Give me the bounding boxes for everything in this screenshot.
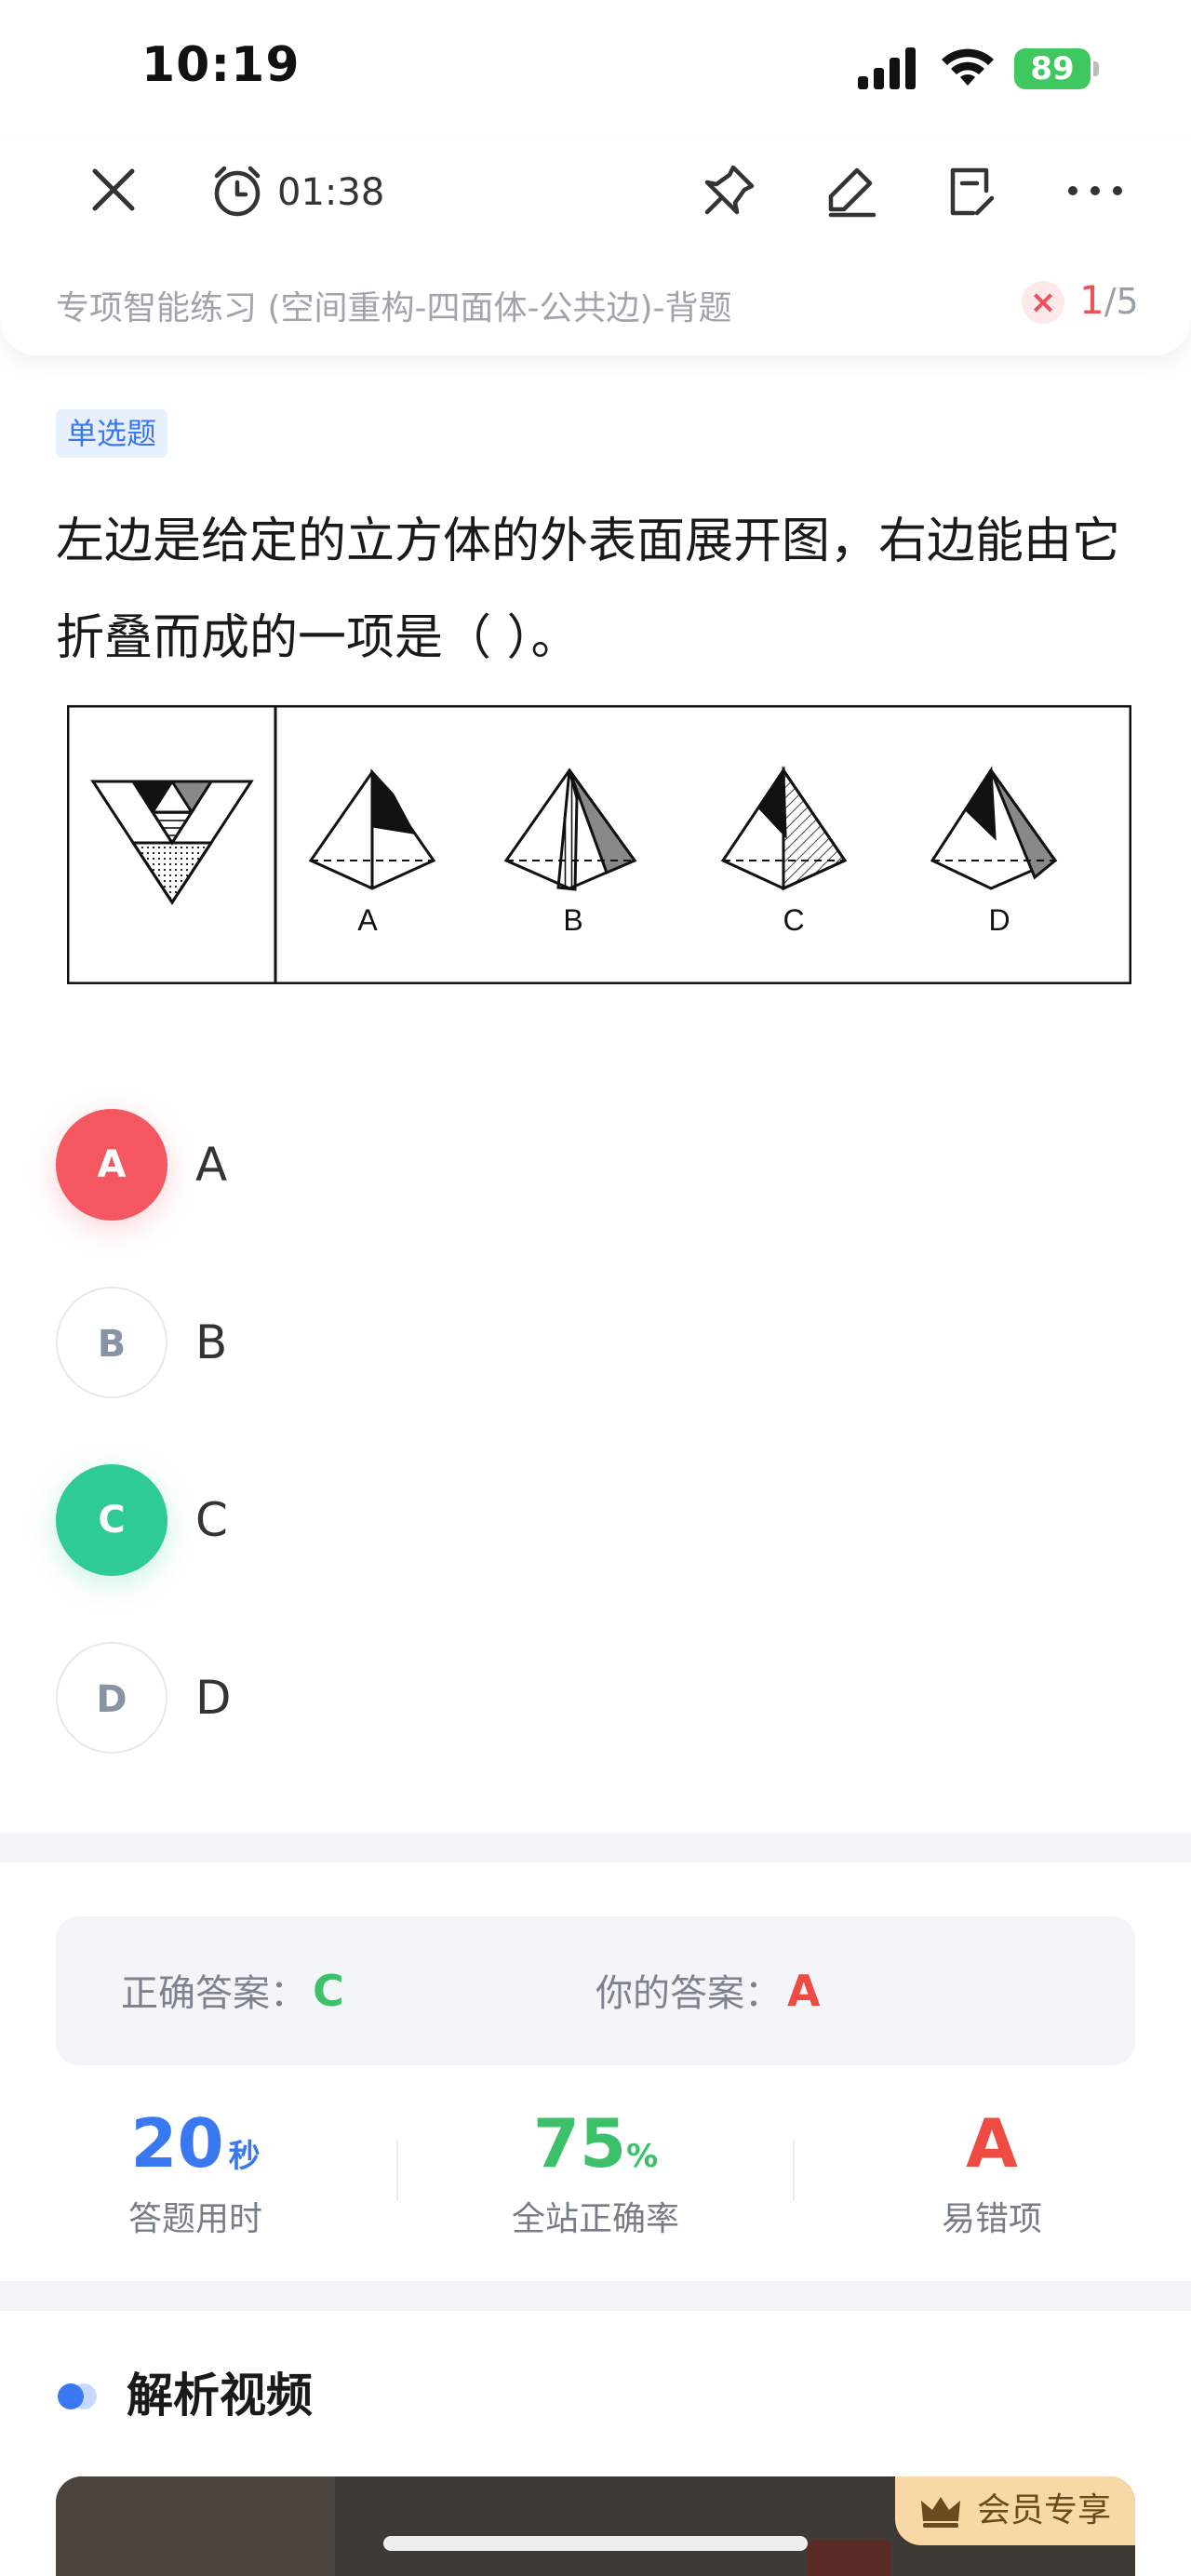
home-indicator	[383, 2536, 808, 2551]
edit-icon	[828, 167, 877, 218]
note-icon	[950, 167, 995, 216]
practice-subtitle: 专项智能练习 (空间重构-四面体-公共边)-背题	[56, 289, 732, 327]
common-error-value: A	[966, 2104, 1018, 2182]
answer-summary: 正确答案： C 你的答案： A	[56, 1916, 1135, 2065]
note-button[interactable]	[942, 160, 1003, 221]
stat-answer-time: 20 秒 答题用时	[56, 2104, 335, 2240]
stat-common-error: A 易错项	[852, 2104, 1131, 2240]
battery-icon: 89	[1014, 48, 1100, 89]
your-answer-label: 你的答案：	[596, 1972, 782, 2015]
option-d-marker: D	[56, 1642, 167, 1754]
option-d[interactable]: D D	[56, 1642, 1135, 1754]
option-c-label: C	[195, 1493, 228, 1547]
pin-button[interactable]	[698, 160, 759, 221]
crown-icon	[921, 2497, 960, 2528]
figure-label-a: A	[357, 903, 378, 937]
correct-rate-value: 75	[532, 2104, 627, 2182]
analysis-video-title: 解析视频	[127, 2369, 313, 2423]
edit-button[interactable]	[821, 160, 882, 221]
close-button[interactable]	[86, 162, 141, 218]
stat-separator	[793, 2140, 795, 2201]
timer-button[interactable]	[207, 160, 268, 221]
figure-label-d: D	[988, 903, 1010, 937]
question-figure: A B C D	[67, 705, 1131, 984]
option-d-label: D	[195, 1671, 232, 1725]
answer-time-value: 20	[130, 2104, 224, 2182]
section-divider	[0, 2281, 1191, 2311]
timer-value: 01:38	[277, 171, 385, 214]
correct-rate-label: 全站正确率	[511, 2200, 679, 2238]
stat-separator	[396, 2140, 398, 2201]
vip-label: 会员专享	[977, 2491, 1112, 2529]
correct-rate-unit: %	[626, 2138, 659, 2175]
pin-icon	[704, 165, 755, 215]
option-c-marker: C	[56, 1464, 167, 1576]
status-bar: 10:19 89	[0, 0, 1191, 140]
battery-level: 89	[1030, 50, 1075, 87]
option-a[interactable]: A A	[56, 1109, 1135, 1221]
option-b[interactable]: B B	[56, 1287, 1135, 1398]
your-answer-value: A	[787, 1966, 821, 2016]
common-error-label: 易错项	[941, 2200, 1042, 2238]
stat-correct-rate: 75% 全站正确率	[456, 2104, 735, 2240]
figure-label-c: C	[783, 903, 804, 937]
status-time: 10:19	[141, 37, 301, 93]
wrong-mark-icon: ×	[1022, 281, 1064, 324]
option-a-label: A	[195, 1138, 228, 1192]
answer-time-unit: 秒	[228, 2138, 261, 2175]
close-icon	[92, 168, 135, 211]
section-divider	[0, 1833, 1191, 1862]
option-b-marker: B	[56, 1287, 167, 1398]
figure-label-b: B	[563, 903, 582, 937]
your-answer: 你的答案： A	[596, 1916, 821, 2068]
correct-answer-label: 正确答案：	[121, 1972, 307, 2015]
practice-header: 01:38 专项智能练习 (空间重构-四面体-公共边)-背题 × 1/5	[0, 140, 1191, 355]
answer-time-label: 答题用时	[127, 2200, 262, 2238]
option-c[interactable]: C C	[56, 1464, 1135, 1576]
more-button[interactable]	[1063, 160, 1128, 221]
section-toggle-icon	[58, 2383, 97, 2409]
correct-answer: 正确答案： C	[121, 1916, 344, 2068]
question-type-badge: 单选题	[56, 409, 168, 458]
alarm-clock-icon	[214, 166, 261, 217]
wifi-icon	[942, 48, 994, 86]
vip-badge: 会员专享	[895, 2476, 1135, 2545]
option-a-marker: A	[56, 1109, 167, 1221]
option-b-label: B	[195, 1315, 228, 1369]
correct-answer-value: C	[313, 1966, 344, 2016]
question-text: 左边是给定的立方体的外表面展开图，右边能由它折叠而成的一项是（ ）。	[56, 514, 1121, 666]
cellular-signal-icon	[858, 47, 916, 89]
total-questions: /5	[1104, 281, 1139, 322]
more-icon	[1068, 186, 1122, 195]
question-counter: 1/5	[1079, 277, 1139, 323]
current-question: 1	[1079, 277, 1104, 323]
